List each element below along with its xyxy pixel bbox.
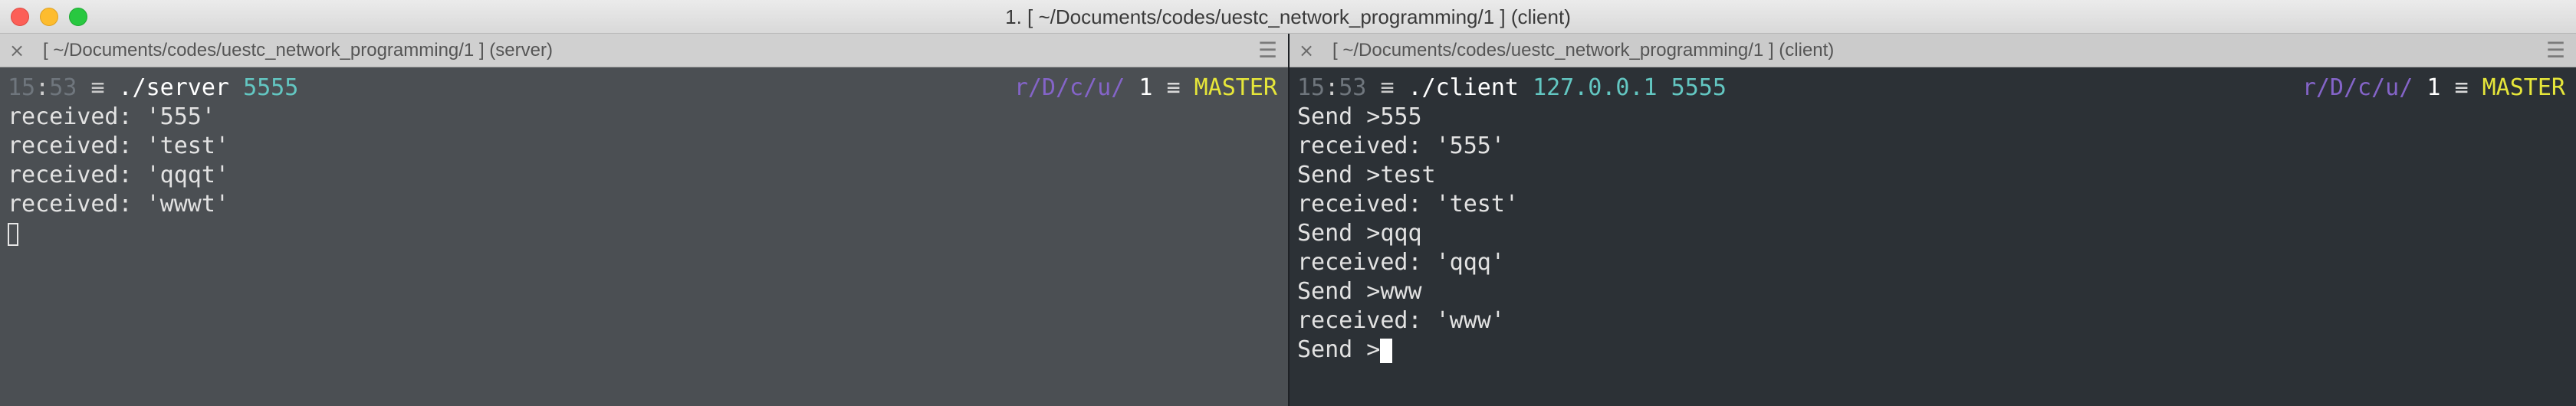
prompt-status: r/D/c/u/ 1 ≡ MASTER xyxy=(1014,74,1277,103)
prompt-path: r/D/c/u/ xyxy=(2302,74,2413,101)
server-pane[interactable]: × [ ~/Documents/codes/uestc_network_prog… xyxy=(0,34,1288,406)
prompt-status: r/D/c/u/ 1 ≡ MASTER xyxy=(2302,74,2565,103)
client-output-line: received: 'www' xyxy=(1297,307,1505,334)
server-output-line: received: 'wwwt' xyxy=(8,191,229,218)
server-output-line: received: 'test' xyxy=(8,133,229,159)
client-input-line[interactable]: Send > xyxy=(1297,336,2565,365)
prompt-job-count: 1 xyxy=(2426,74,2441,101)
server-cursor-line xyxy=(8,219,1277,248)
active-cursor xyxy=(1380,338,1393,363)
prompt-arguments: 5555 xyxy=(243,74,299,101)
hamburger-menu-icon[interactable]: ☰ xyxy=(1258,34,1277,67)
prompt-time-separator: : xyxy=(1325,74,1339,101)
close-icon[interactable]: × xyxy=(1299,34,1314,67)
client-pane[interactable]: × [ ~/Documents/codes/uestc_network_prog… xyxy=(1290,34,2576,406)
prompt-git-icon: ≡ xyxy=(1166,74,1181,101)
client-pane-title: [ ~/Documents/codes/uestc_network_progra… xyxy=(1332,40,1835,61)
server-prompt-line: 15:53 ≡ ./server 5555 r/D/c/u/ 1 ≡ MASTER xyxy=(8,74,1277,103)
prompt-path: r/D/c/u/ xyxy=(1014,74,1125,101)
server-output-line: received: '555' xyxy=(8,103,215,130)
terminal-window: 1. [ ~/Documents/codes/uestc_network_pro… xyxy=(0,0,2576,406)
prompt-hour: 15 xyxy=(8,74,36,101)
title-bar[interactable]: 1. [ ~/Documents/codes/uestc_network_pro… xyxy=(0,0,2576,34)
prompt-menu-icon: ≡ xyxy=(1380,74,1395,101)
prompt-command: ./server xyxy=(118,74,230,101)
client-input-prompt: Send > xyxy=(1297,336,1381,363)
client-prompt-line: 15:53 ≡ ./client 127.0.0.1 5555 r/D/c/u/ … xyxy=(1297,74,2565,103)
prompt-git-branch: MASTER xyxy=(1194,74,1277,101)
client-output-line: Send >555 xyxy=(1297,103,1422,130)
prompt-time-separator: : xyxy=(35,74,50,101)
prompt-job-count: 1 xyxy=(1138,74,1153,101)
client-output-line: Send >qqq xyxy=(1297,220,1422,247)
client-output-line: received: 'qqq' xyxy=(1297,249,1505,276)
window-title: 1. [ ~/Documents/codes/uestc_network_pro… xyxy=(1005,5,1571,28)
prompt-minute: 53 xyxy=(49,74,77,101)
server-pane-header: × [ ~/Documents/codes/uestc_network_prog… xyxy=(0,34,1288,67)
client-terminal-output[interactable]: 15:53 ≡ ./client 127.0.0.1 5555 r/D/c/u/ … xyxy=(1297,74,2565,365)
inactive-cursor xyxy=(8,222,18,246)
prompt-command: ./client xyxy=(1408,74,1520,101)
client-output-line: received: '555' xyxy=(1297,133,1505,159)
client-output-line: Send >www xyxy=(1297,278,1422,305)
hamburger-menu-icon[interactable]: ☰ xyxy=(2546,34,2565,67)
client-output-line: Send >test xyxy=(1297,162,1436,188)
prompt-minute: 53 xyxy=(1339,74,1367,101)
client-output-line: received: 'test' xyxy=(1297,191,1519,218)
client-pane-header: × [ ~/Documents/codes/uestc_network_prog… xyxy=(1290,34,2576,67)
prompt-arguments: 127.0.0.1 5555 xyxy=(1533,74,1727,101)
close-icon[interactable]: × xyxy=(9,34,25,67)
prompt-hour: 15 xyxy=(1297,74,1326,101)
server-output-line: received: 'qqqt' xyxy=(8,162,229,188)
prompt-git-icon: ≡ xyxy=(2454,74,2469,101)
prompt-menu-icon: ≡ xyxy=(90,74,105,101)
server-terminal-output[interactable]: 15:53 ≡ ./server 5555 r/D/c/u/ 1 ≡ MASTER… xyxy=(8,74,1277,248)
prompt-git-branch: MASTER xyxy=(2482,74,2565,101)
server-pane-title: [ ~/Documents/codes/uestc_network_progra… xyxy=(43,40,553,61)
